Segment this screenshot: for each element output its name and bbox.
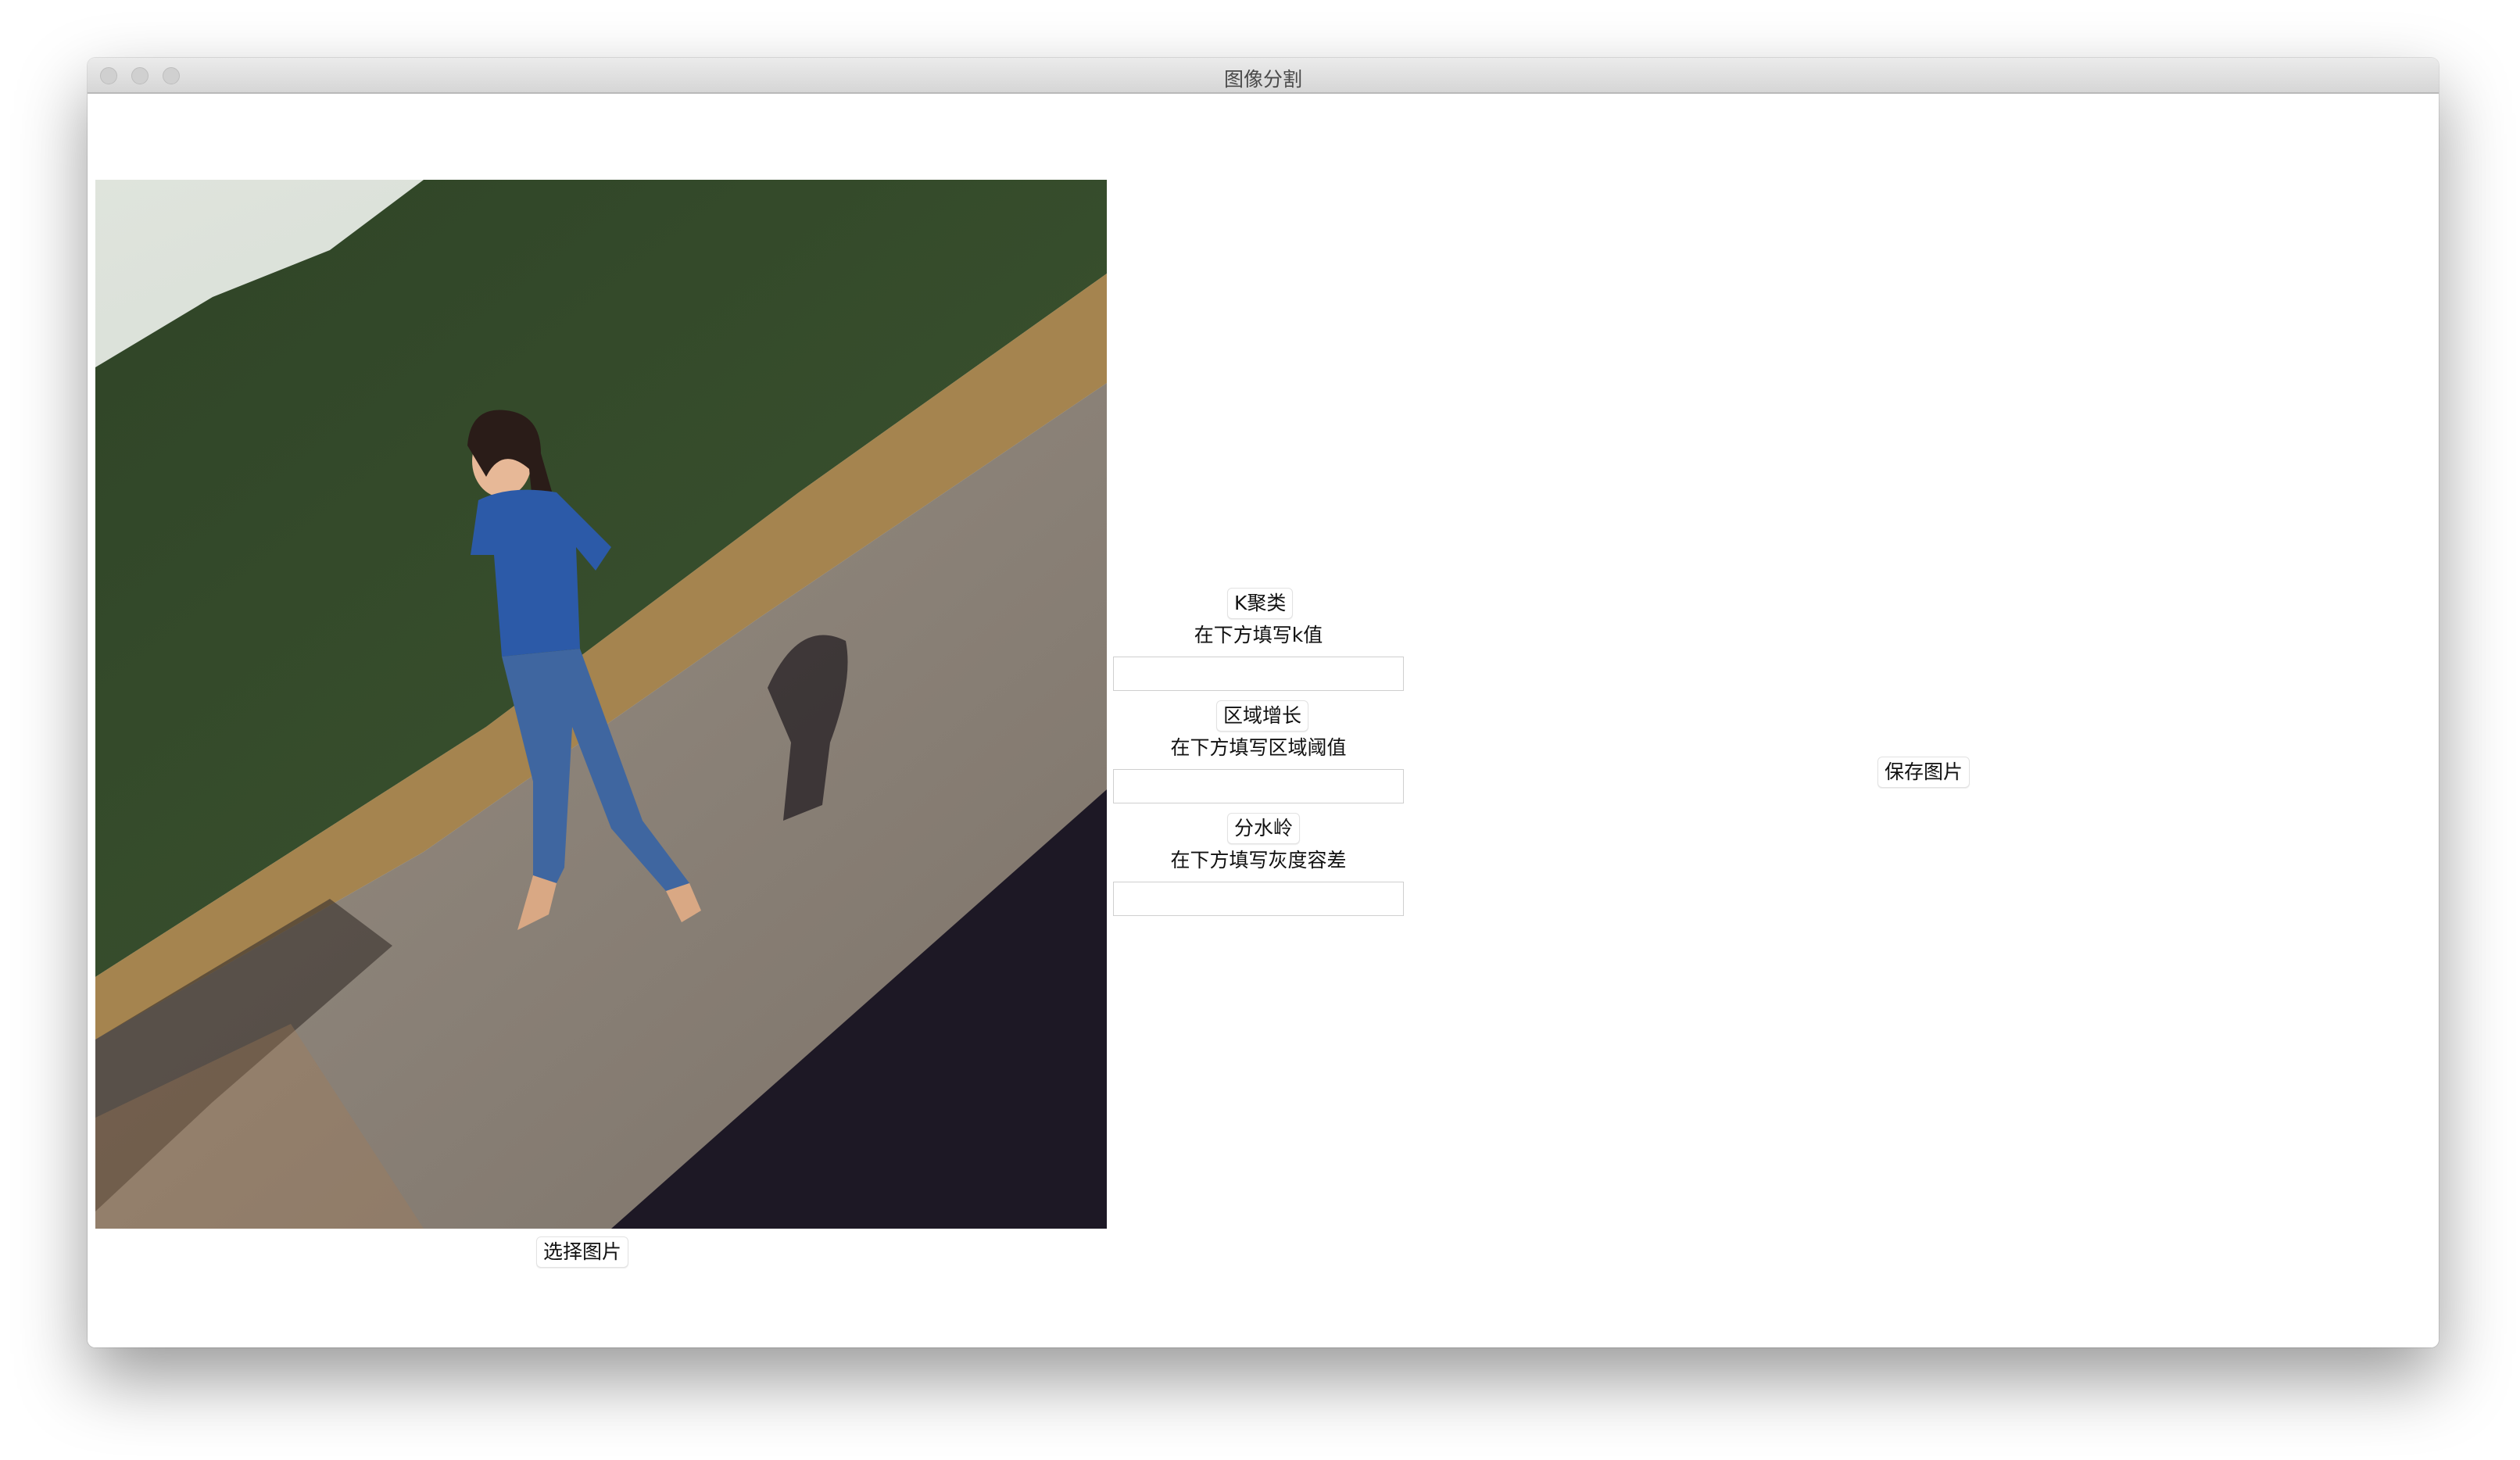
select-image-button[interactable]: 选择图片 [536, 1236, 629, 1268]
kmeans-hint: 在下方填写k值 [1194, 624, 1323, 646]
gray-tolerance-field[interactable] [1113, 882, 1404, 916]
k-value-field[interactable] [1113, 657, 1404, 691]
title-bar: 图像分割 [88, 58, 2439, 94]
window-title: 图像分割 [1223, 68, 1302, 91]
region-threshold-field[interactable] [1113, 769, 1404, 803]
kmeans-button[interactable]: K聚类 [1227, 588, 1294, 619]
main-content: 选择图片 K聚类 在下方填写k值 区域增长 在下方填写区域阈值 分水岭 在下方填… [88, 94, 2439, 1347]
save-image-button[interactable]: 保存图片 [1877, 757, 1971, 788]
app-window: 图像分割 选择图片 K聚类 在下方填写k值 区域增长 在下方填写区域阈值 分水岭… [88, 58, 2439, 1347]
watershed-hint: 在下方填写灰度容差 [1170, 849, 1347, 871]
source-image [95, 180, 1107, 1229]
watershed-button[interactable]: 分水岭 [1227, 813, 1301, 844]
photo-image-icon [95, 180, 1107, 1229]
region-growing-button[interactable]: 区域增长 [1216, 700, 1309, 732]
region-growing-hint: 在下方填写区域阈值 [1170, 736, 1347, 759]
